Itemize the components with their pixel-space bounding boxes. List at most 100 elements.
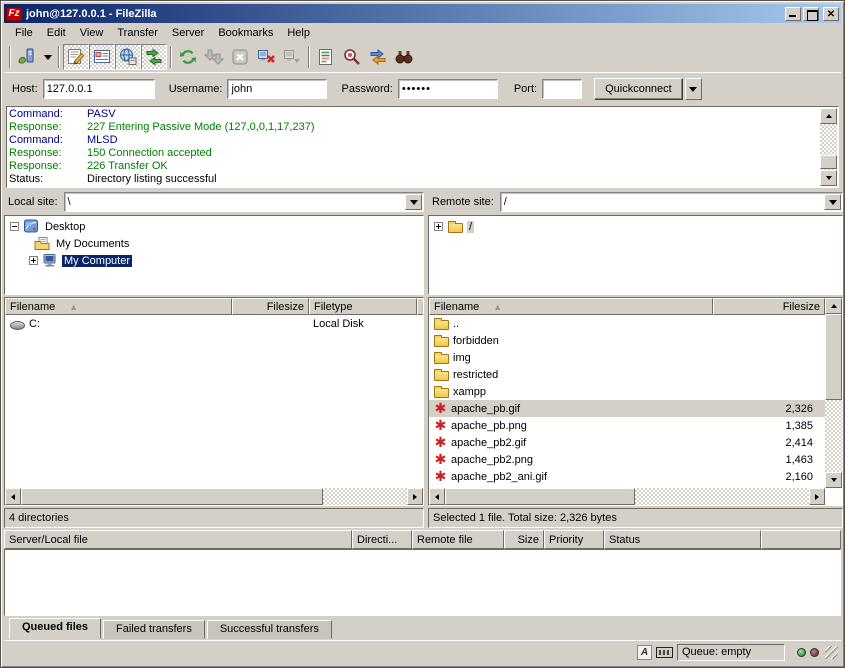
tree-item-my-documents[interactable]: My Documents	[5, 235, 423, 252]
queue-column-remote-file[interactable]: Remote file	[412, 530, 504, 549]
file-row[interactable]: C: Local Disk	[5, 315, 423, 332]
directory-comparison-button[interactable]	[339, 44, 365, 70]
file-row[interactable]: apache_pb2.png1,463	[429, 451, 825, 468]
maximize-button[interactable]	[803, 7, 819, 21]
file-row[interactable]: restricted	[429, 366, 825, 383]
minimize-button[interactable]	[785, 7, 801, 21]
find-files-button[interactable]	[391, 44, 417, 70]
scrollbar-thumb[interactable]	[820, 155, 837, 169]
tree-item-my-computer[interactable]: My Computer	[5, 252, 423, 269]
column-header-filesize[interactable]: Filesize	[232, 298, 309, 315]
synchronized-browsing-button[interactable]	[365, 44, 391, 70]
column-label: L	[422, 301, 424, 313]
column-header-filesize[interactable]: Filesize	[713, 298, 825, 315]
scroll-left-button[interactable]	[5, 488, 21, 505]
tree-item-root[interactable]: /	[429, 218, 842, 235]
file-row[interactable]: apache_pb2.gif2,414	[429, 434, 825, 451]
local-horizontal-scrollbar[interactable]	[5, 488, 423, 505]
toggle-message-log-button[interactable]	[63, 44, 89, 70]
scroll-right-button[interactable]	[407, 488, 423, 505]
scroll-up-button[interactable]	[820, 108, 837, 124]
site-manager-dropdown-button[interactable]	[40, 44, 55, 70]
menu-help[interactable]: Help	[280, 25, 317, 41]
tab-queued-files[interactable]: Queued files	[9, 618, 101, 639]
scrollbar-thumb[interactable]	[21, 488, 323, 505]
tree-item-desktop[interactable]: Desktop	[5, 218, 423, 235]
column-label: Priority	[549, 534, 583, 546]
scroll-down-button[interactable]	[820, 170, 837, 186]
menu-view[interactable]: View	[73, 25, 111, 41]
queue-list[interactable]	[4, 549, 841, 616]
log-label: Command:	[9, 108, 87, 121]
toggle-remote-tree-button[interactable]	[115, 44, 141, 70]
queue-column-direction[interactable]: Directi...	[352, 530, 412, 549]
scroll-right-button[interactable]	[809, 488, 825, 505]
refresh-button[interactable]	[175, 44, 201, 70]
process-queue-button[interactable]	[201, 44, 227, 70]
host-input[interactable]	[43, 79, 155, 99]
queue-column-priority[interactable]: Priority	[544, 530, 604, 549]
menu-transfer[interactable]: Transfer	[110, 25, 165, 41]
queue-tabs: Queued files Failed transfers Successful…	[4, 616, 841, 639]
menu-edit[interactable]: Edit	[40, 25, 73, 41]
password-input[interactable]	[398, 79, 498, 99]
remote-site-combo[interactable]: /	[500, 192, 843, 212]
chevron-down-icon	[410, 200, 418, 205]
resize-grip[interactable]	[825, 646, 838, 659]
queue-column-server-local-file[interactable]: Server/Local file	[4, 530, 352, 549]
log-scrollbar[interactable]	[820, 108, 837, 186]
menu-server[interactable]: Server	[165, 25, 211, 41]
file-name: restricted	[453, 369, 498, 381]
port-input[interactable]	[542, 79, 582, 99]
filters-button[interactable]	[313, 44, 339, 70]
menu-file[interactable]: File	[8, 25, 40, 41]
column-header-filetype[interactable]: Filetype	[309, 298, 417, 315]
quickconnect-button[interactable]: Quickconnect	[594, 78, 683, 100]
column-header-filename[interactable]: Filename▲	[5, 298, 232, 315]
local-site-combo[interactable]: \	[64, 192, 424, 212]
column-header-last-modified[interactable]: L	[417, 298, 424, 315]
username-label: Username:	[169, 83, 223, 95]
file-row[interactable]: forbidden	[429, 332, 825, 349]
site-manager-button[interactable]	[14, 44, 40, 70]
scrollbar-thumb[interactable]	[445, 488, 635, 505]
file-row-selected[interactable]: apache_pb.gif2,326	[429, 400, 825, 417]
remote-vertical-scrollbar[interactable]	[825, 298, 842, 488]
scroll-up-button[interactable]	[825, 298, 842, 314]
remote-site-dropdown-button[interactable]	[824, 194, 841, 210]
file-row[interactable]: apache_pb2_ani.gif2,160	[429, 468, 825, 485]
toggle-transfer-queue-button[interactable]	[141, 44, 167, 70]
file-row[interactable]: ..	[429, 315, 825, 332]
queue-column-status[interactable]: Status	[604, 530, 761, 549]
tab-successful-transfers[interactable]: Successful transfers	[207, 620, 332, 639]
column-label: Filename	[434, 301, 479, 313]
close-button[interactable]	[823, 7, 839, 21]
title-bar[interactable]: Fz john@127.0.0.1 - FileZilla	[4, 4, 841, 23]
reconnect-button[interactable]	[279, 44, 305, 70]
quickconnect-dropdown-button[interactable]	[685, 78, 702, 100]
local-site-dropdown-button[interactable]	[405, 194, 422, 210]
file-row[interactable]: xampp	[429, 383, 825, 400]
toggle-local-tree-button[interactable]	[89, 44, 115, 70]
expand-expander[interactable]	[434, 222, 443, 231]
remote-horizontal-scrollbar[interactable]	[429, 488, 825, 505]
cancel-button[interactable]	[227, 44, 253, 70]
tab-failed-transfers[interactable]: Failed transfers	[103, 620, 205, 639]
username-input[interactable]	[227, 79, 327, 99]
scroll-left-button[interactable]	[429, 488, 445, 505]
scroll-down-button[interactable]	[825, 472, 842, 488]
column-header-filename[interactable]: Filename▲	[429, 298, 713, 315]
expand-expander[interactable]	[29, 256, 38, 265]
local-file-rows: C: Local Disk	[5, 315, 423, 488]
log-text: PASV	[87, 108, 116, 120]
disconnect-button[interactable]	[253, 44, 279, 70]
file-row[interactable]: apache_pb.png1,385	[429, 417, 825, 434]
menu-bookmarks[interactable]: Bookmarks	[211, 25, 280, 41]
column-label: Status	[609, 534, 640, 546]
file-row[interactable]: img	[429, 349, 825, 366]
queue-column-size[interactable]: Size	[504, 530, 544, 549]
collapse-expander[interactable]	[10, 222, 19, 231]
scrollbar-thumb[interactable]	[825, 314, 842, 400]
log-label: Response:	[9, 147, 87, 160]
transfer-type-icon	[637, 645, 652, 660]
